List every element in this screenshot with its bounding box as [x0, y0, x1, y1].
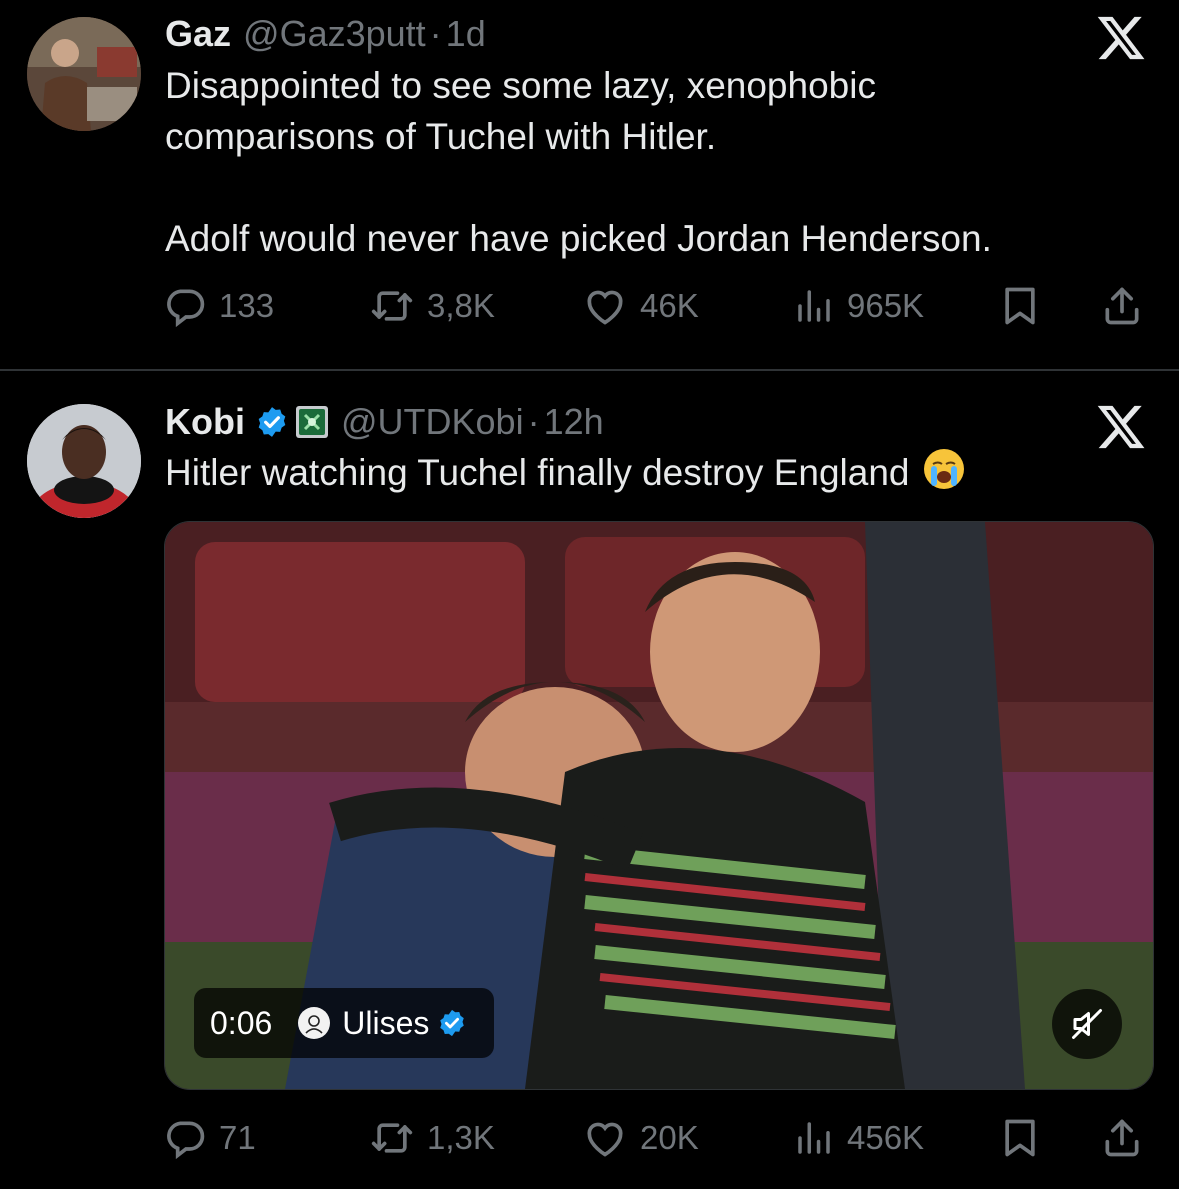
author-name[interactable]: Kobi: [165, 401, 245, 443]
like-icon: [587, 290, 623, 325]
video-info-pill[interactable]: 0:06 Ulises: [194, 988, 494, 1058]
action-bar: 133 3,8K 46K 965K: [163, 281, 1153, 331]
video-duration: 0:06: [210, 1004, 273, 1041]
tweet-text: Disappointed to see some lazy, xenophobi…: [165, 60, 1119, 264]
tweet-gaz[interactable]: Gaz @Gaz3putt · 1d Disappointed to see s…: [0, 0, 1179, 370]
separator: ·: [527, 401, 540, 442]
repost-count: 1,3K: [427, 1119, 495, 1156]
tweet-text-line: Adolf would never have picked Jordan Hen…: [165, 218, 992, 259]
video-player[interactable]: 0:06 Ulises: [164, 521, 1154, 1090]
like-count: 20K: [640, 1119, 699, 1156]
reply-count: 71: [219, 1119, 256, 1156]
repost-icon: [371, 1123, 413, 1153]
views-count: 456K: [847, 1119, 925, 1156]
tweet-header: Kobi @UTDKobi · 12h: [165, 400, 604, 444]
x-logo-icon: [1095, 401, 1147, 453]
tweet-text-line: comparisons of Tuchel with Hitler.: [165, 116, 717, 157]
repost-button[interactable]: 1,3K: [369, 1113, 495, 1163]
separator: ·: [429, 13, 442, 54]
reply-icon: [167, 1121, 205, 1160]
like-button[interactable]: 46K: [582, 281, 699, 331]
x-logo-icon: [1095, 12, 1147, 64]
bookmark-button[interactable]: [998, 281, 1042, 331]
views-button[interactable]: 965K: [793, 281, 924, 331]
author-name[interactable]: Gaz: [165, 13, 231, 55]
reply-icon: [167, 289, 205, 328]
tweet-text-line: Hitler watching Tuchel finally destroy E…: [165, 452, 910, 493]
verified-badge-icon: [437, 1008, 467, 1038]
like-count: 46K: [640, 287, 699, 324]
source-avatar[interactable]: [298, 1007, 331, 1039]
repost-button[interactable]: 3,8K: [369, 281, 495, 331]
tweet-kobi[interactable]: Kobi @UTDKobi · 12h Hitler watching Tuch…: [0, 372, 1179, 1189]
bookmark-button[interactable]: [998, 1113, 1042, 1163]
like-button[interactable]: 20K: [582, 1113, 699, 1163]
repost-count: 3,8K: [427, 287, 495, 324]
views-count: 965K: [847, 287, 925, 324]
bookmark-icon: [1005, 287, 1035, 325]
tweet-text: Hitler watching Tuchel finally destroy E…: [165, 447, 1119, 504]
action-bar: 71 1,3K 20K 456K: [163, 1113, 1153, 1163]
repost-icon: [371, 291, 413, 321]
loudly-crying-face-icon: [922, 447, 966, 504]
verified-badge-icon: [255, 405, 289, 439]
author-handle[interactable]: @Gaz3putt: [243, 13, 426, 55]
views-icon: [798, 1122, 830, 1154]
share-icon: [1105, 287, 1139, 325]
author-handle[interactable]: @UTDKobi: [341, 401, 524, 443]
share-button[interactable]: [1100, 1113, 1144, 1163]
avatar-gaz[interactable]: [27, 17, 141, 131]
share-button[interactable]: [1100, 281, 1144, 331]
tweet-text-line: Disappointed to see some lazy, xenophobi…: [165, 65, 876, 106]
reply-count: 133: [219, 287, 275, 324]
reply-button[interactable]: 71: [163, 1113, 256, 1163]
timestamp[interactable]: 12h: [544, 401, 604, 443]
mute-icon: [1072, 1009, 1102, 1039]
like-icon: [587, 1122, 623, 1157]
mute-button[interactable]: [1052, 989, 1122, 1059]
reply-button[interactable]: 133: [163, 281, 274, 331]
share-icon: [1105, 1119, 1139, 1157]
bookmark-icon: [1005, 1119, 1035, 1157]
avatar-kobi[interactable]: [27, 404, 141, 518]
source-name[interactable]: Ulises: [342, 1005, 429, 1042]
tweet-header: Gaz @Gaz3putt · 1d: [165, 12, 486, 56]
timestamp[interactable]: 1d: [446, 13, 486, 55]
affiliation-badge-icon: [295, 405, 329, 439]
views-button[interactable]: 456K: [793, 1113, 924, 1163]
views-icon: [798, 290, 830, 322]
tweet-divider: [0, 369, 1179, 371]
